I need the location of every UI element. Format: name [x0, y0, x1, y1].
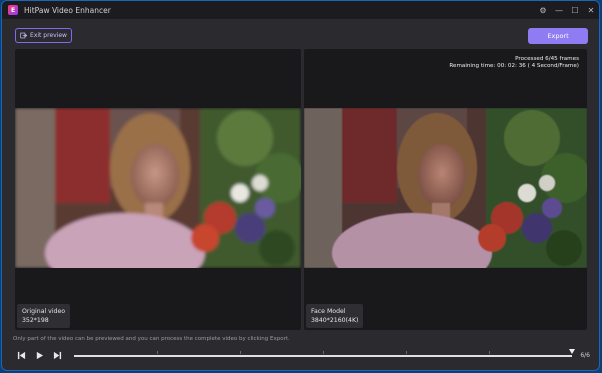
hitpaw-logo-icon: E	[8, 5, 18, 15]
original-resolution: 352*198	[22, 317, 49, 324]
enhanced-video-pane: Processed 6/45 frames Remaining time: 00…	[304, 49, 587, 330]
original-frame-image	[15, 108, 301, 268]
timeline-slider[interactable]	[74, 349, 575, 360]
export-button[interactable]: Export	[528, 28, 588, 44]
logo-letter: E	[10, 6, 16, 14]
title-bar: E HitPaw Video Enhancer ⚙ — ☐ ✕	[2, 1, 599, 19]
timeline-tick	[157, 351, 158, 354]
window-controls: ⚙ — ☐ ✕	[535, 1, 599, 19]
processing-status: Processed 6/45 frames Remaining time: 00…	[449, 56, 579, 70]
maximize-button[interactable]: ☐	[567, 1, 583, 19]
timeline-playhead[interactable]	[569, 349, 575, 354]
processed-frames: Processed 6/45 frames	[515, 56, 579, 62]
enhanced-frame-image	[304, 108, 587, 268]
settings-gear-icon[interactable]: ⚙	[535, 1, 551, 19]
timeline-tick	[406, 351, 407, 354]
close-button[interactable]: ✕	[583, 1, 599, 19]
exit-preview-icon	[20, 32, 28, 39]
app-title: HitPaw Video Enhancer	[24, 5, 111, 15]
frame-counter: 6/6	[580, 351, 590, 359]
original-video-pane: Original video 352*198	[15, 49, 301, 330]
enhanced-resolution: 3840*2160(4K)	[311, 317, 359, 324]
timeline-tick	[240, 351, 241, 354]
app-window: E HitPaw Video Enhancer ⚙ — ☐ ✕ Exit pre…	[2, 1, 599, 370]
preview-note: Only part of the video can be previewed …	[13, 336, 290, 342]
play-icon[interactable]	[32, 348, 46, 362]
original-video-frame	[15, 108, 301, 268]
previous-frame-icon[interactable]	[14, 348, 28, 362]
enhanced-info-badge: Face Model 3840*2160(4K)	[306, 304, 364, 328]
original-title: Original video	[22, 308, 66, 315]
exit-preview-button[interactable]: Exit preview	[15, 28, 72, 43]
remaining-time: Remaining time: 00: 02: 36 ( 4 Second/Fr…	[449, 63, 579, 69]
timeline-tick	[323, 351, 324, 354]
original-info-badge: Original video 352*198	[17, 304, 71, 328]
timeline-progress	[74, 355, 572, 357]
next-frame-icon[interactable]	[50, 348, 64, 362]
timeline-tick	[489, 351, 490, 354]
playback-controls: 6/6	[14, 347, 590, 363]
enhanced-title: Face Model	[311, 308, 346, 315]
enhanced-video-frame	[304, 108, 587, 268]
exit-preview-label: Exit preview	[30, 32, 67, 39]
minimize-button[interactable]: —	[551, 1, 567, 19]
